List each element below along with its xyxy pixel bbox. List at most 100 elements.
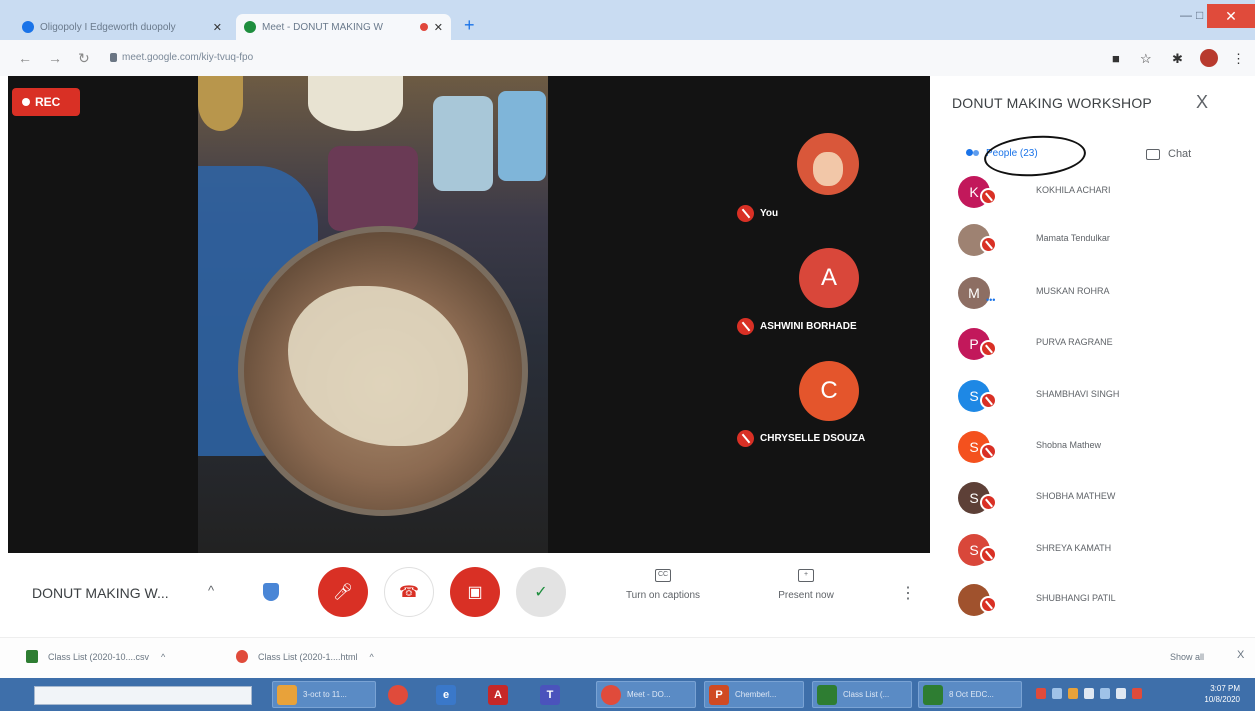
tray-icon[interactable] (1036, 688, 1046, 699)
list-item[interactable]: S SHAMBHAVI SINGH (958, 376, 1248, 416)
download-item[interactable]: Class List (2020-1....html ^ (236, 650, 374, 663)
mic-off-icon (980, 188, 997, 205)
participant-name: PURVA RAGRANE (1036, 337, 1113, 347)
battery-icon[interactable] (1116, 688, 1126, 699)
close-icon[interactable]: X (1237, 649, 1244, 661)
new-tab-button[interactable]: + (464, 16, 475, 34)
downloads-bar: Class List (2020-10....csv ^ Class List … (0, 637, 1255, 678)
chevron-up-icon[interactable]: ^ (370, 652, 374, 662)
captions-icon: CC (655, 569, 671, 582)
clock[interactable]: 3:07 PM 10/8/2020 (1180, 683, 1240, 705)
present-icon: + (798, 569, 814, 582)
recording-dot-icon (419, 23, 428, 31)
list-item[interactable]: S Shobna Mathew (958, 427, 1248, 467)
taskbar-item[interactable]: A (484, 681, 520, 708)
participant-name: KOKHILA ACHARI (1036, 185, 1111, 195)
chrome-tab-icon (22, 21, 34, 33)
participant-name: Mamata Tendulkar (1036, 233, 1110, 243)
present-now-button[interactable]: + Present now (756, 569, 856, 601)
panel-title: DONUT MAKING WORKSHOP (952, 95, 1152, 111)
window-close-button[interactable]: ✕ (1207, 4, 1255, 28)
mic-off-icon (980, 392, 997, 409)
minimize-icon[interactable]: — (1180, 8, 1192, 22)
taskbar-search-input[interactable] (34, 686, 252, 705)
close-icon[interactable]: X (1196, 92, 1208, 113)
screen: Oligopoly I Edgeworth duopoly ✕ Meet - D… (0, 0, 1255, 711)
ie-icon: e (436, 684, 456, 705)
excel-icon (817, 684, 837, 705)
chevron-up-icon[interactable]: ^ (208, 583, 214, 598)
lock-icon (110, 53, 117, 62)
menu-icon[interactable]: ⋮ (1232, 51, 1245, 67)
participant-avatar: C (799, 361, 859, 421)
list-item[interactable]: P PURVA RAGRANE (958, 324, 1248, 364)
taskbar-item[interactable] (384, 681, 420, 708)
taskbar-item[interactable]: Class List (... (812, 681, 912, 708)
record-icon (22, 98, 30, 106)
meeting-controls: DONUT MAKING W... ^ 🎤︎ ☎︎ ▣ ✓ CC Turn on… (8, 553, 930, 637)
tab-chat[interactable]: Chat (1146, 148, 1191, 160)
meeting-details-title[interactable]: DONUT MAKING W... (32, 585, 169, 601)
html-file-icon (236, 650, 248, 663)
people-icon (966, 148, 980, 159)
list-item[interactable]: S SHREYA KAMATH (958, 530, 1248, 570)
mic-off-icon (737, 318, 754, 335)
participant-name: MUSKAN ROHRA (1036, 286, 1110, 296)
captions-button[interactable]: CC Turn on captions (613, 569, 713, 601)
participant-name: Shobna Mathew (1036, 440, 1102, 450)
chat-icon (1146, 148, 1160, 160)
chevron-up-icon[interactable]: ^ (161, 652, 165, 662)
forward-icon[interactable]: → (48, 50, 62, 66)
more-options-icon[interactable]: ⋮ (900, 583, 916, 603)
your-avatar (797, 133, 859, 195)
download-item[interactable]: Class List (2020-10....csv ^ (26, 650, 165, 663)
list-item[interactable]: SHUBHANGI PATIL (958, 580, 1248, 620)
speaking-indicator-icon: ••• (986, 295, 996, 305)
camera-off-icon: ▣ (467, 584, 483, 601)
profile-avatar[interactable] (1200, 49, 1218, 67)
check-button[interactable]: ✓ (516, 567, 566, 617)
close-icon[interactable]: ✕ (213, 21, 222, 34)
chrome-icon (601, 684, 621, 705)
network-icon[interactable] (1100, 688, 1110, 699)
taskbar-item[interactable]: 8 Oct EDC... (918, 681, 1022, 708)
mic-toggle-button[interactable]: 🎤︎ (318, 567, 368, 617)
taskbar-item[interactable]: e (432, 681, 468, 708)
list-item[interactable]: M ••• MUSKAN ROHRA (958, 273, 1248, 313)
list-item[interactable]: Mamata Tendulkar (958, 220, 1248, 260)
taskbar-item[interactable]: P Chemberl... (704, 681, 804, 708)
taskbar-item[interactable]: Meet - DO... (596, 681, 696, 708)
excel-icon (923, 684, 943, 705)
clock-time: 3:07 PM (1210, 684, 1240, 693)
close-icon[interactable]: ✕ (434, 21, 443, 34)
reload-icon[interactable]: ↻ (78, 50, 90, 67)
camera-icon[interactable]: ■ (1112, 51, 1120, 66)
camera-toggle-button[interactable]: ▣ (450, 567, 500, 617)
recording-badge: REC (12, 88, 80, 116)
tray-icon[interactable] (1068, 688, 1078, 699)
volume-icon[interactable] (1084, 688, 1094, 699)
back-icon[interactable]: ← (18, 50, 32, 66)
extensions-icon[interactable]: ✱ (1172, 51, 1183, 67)
leave-call-button[interactable]: ☎︎ (384, 567, 434, 617)
csv-file-icon (26, 650, 38, 663)
taskbar-item[interactable]: T (536, 681, 572, 708)
star-icon[interactable]: ☆ (1140, 51, 1152, 67)
url-field[interactable]: meet.google.com/kiy-tvuq-fpo (122, 52, 253, 63)
list-item[interactable]: K KOKHILA ACHARI (958, 172, 1248, 212)
mic-off-icon (980, 546, 997, 563)
mic-off-icon (980, 494, 997, 511)
taskbar-item[interactable]: 3-oct to 11... (272, 681, 376, 708)
check-icon: ✓ (534, 584, 548, 601)
shield-icon[interactable] (263, 583, 279, 601)
tab-meet[interactable]: Meet - DONUT MAKING W ✕ (236, 14, 451, 40)
meet-tab-icon (244, 21, 256, 33)
show-all-button[interactable]: Show all (1170, 652, 1204, 662)
tray-icon[interactable] (1132, 688, 1142, 699)
participant-name: SHOBHA MATHEW (1036, 491, 1116, 501)
tab-title: Meet - DONUT MAKING W (262, 21, 383, 33)
tray-icon[interactable] (1052, 688, 1062, 699)
maximize-icon[interactable]: □ (1196, 8, 1203, 22)
tab-oligopoly[interactable]: Oligopoly I Edgeworth duopoly ✕ (14, 14, 230, 40)
list-item[interactable]: S SHOBHA MATHEW (958, 478, 1248, 518)
